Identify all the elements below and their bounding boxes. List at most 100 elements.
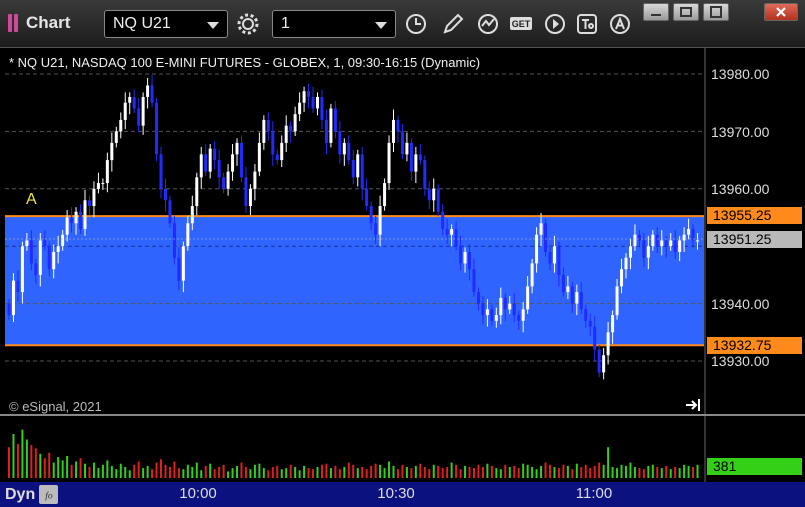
volume-bar — [8, 447, 10, 478]
band-region — [5, 216, 704, 346]
chart-style-button[interactable] — [473, 10, 503, 38]
candle-body — [369, 206, 373, 224]
candle-body — [669, 240, 673, 247]
interval-combobox[interactable]: 1 — [272, 10, 396, 38]
candle-body — [494, 315, 498, 321]
text-tool-button[interactable] — [572, 10, 602, 38]
volume-bar — [195, 462, 198, 478]
volume-bar — [589, 468, 592, 478]
volume-bar — [244, 467, 247, 478]
volume-bar — [160, 459, 163, 478]
scroll-to-end-icon — [686, 399, 700, 411]
volume-bar — [423, 467, 426, 478]
volume-bar — [84, 463, 87, 478]
candle-body — [539, 223, 543, 235]
volume-bar — [115, 469, 118, 478]
volume-bar — [39, 453, 42, 478]
svg-text:GET: GET — [512, 19, 531, 29]
maximize-button[interactable] — [703, 3, 729, 21]
volume-bar — [379, 464, 382, 478]
volume-bar — [97, 468, 100, 478]
volume-bar — [75, 461, 78, 478]
volume-bar — [651, 464, 654, 478]
close-button[interactable] — [764, 3, 798, 21]
volume-bar — [687, 465, 690, 478]
symbol-combobox[interactable]: NQ U21 — [104, 10, 228, 38]
play-button[interactable] — [540, 10, 570, 38]
candle-body — [342, 142, 346, 155]
candle-body — [172, 223, 176, 258]
volume-bar — [347, 462, 350, 478]
volume-bar — [298, 470, 301, 478]
candle-body — [74, 211, 78, 224]
candle-body — [588, 320, 592, 327]
minimize-button[interactable] — [643, 3, 669, 21]
volume-bar — [231, 468, 234, 478]
volume-bar — [392, 465, 395, 478]
scroll-to-end-button[interactable] — [684, 397, 704, 413]
candle-body — [222, 177, 226, 189]
candle-body — [271, 131, 275, 155]
volume-bar — [21, 429, 24, 478]
candle-body — [186, 223, 190, 247]
volume-bar — [128, 470, 131, 478]
volume-bar — [370, 465, 373, 478]
volume-bar — [249, 469, 252, 478]
volume-bar — [25, 439, 28, 478]
volume-bar — [240, 462, 243, 478]
close-icon — [776, 7, 786, 17]
volume-bar — [209, 463, 212, 478]
settings-gear-button[interactable] — [233, 10, 263, 38]
volume-bar — [137, 461, 140, 478]
volume-bar — [334, 465, 337, 478]
volume-bar — [396, 469, 399, 478]
volume-bar — [57, 457, 60, 478]
volume-bar — [580, 467, 583, 478]
restore-button[interactable] — [673, 3, 699, 21]
volume-bar — [419, 463, 422, 478]
lower-band-label: 13932.75 — [707, 337, 802, 354]
get-icon: GET — [510, 17, 532, 30]
drawing-label[interactable]: A — [26, 191, 37, 209]
volume-bar — [678, 468, 681, 478]
volume-bar — [455, 464, 458, 478]
volume-bar — [191, 467, 194, 478]
candle-body — [65, 217, 69, 235]
candle-body — [137, 108, 141, 126]
candle-body — [633, 234, 637, 247]
volume-bar — [544, 462, 547, 478]
candle-body — [146, 85, 150, 97]
candle-body — [517, 315, 521, 321]
candle-body — [557, 246, 561, 275]
candle-body — [87, 200, 91, 207]
candle-body — [642, 240, 646, 258]
candle-body — [226, 171, 230, 189]
alert-button[interactable] — [605, 10, 635, 38]
volume-label: 381 — [707, 458, 802, 475]
price-chart[interactable] — [0, 48, 805, 507]
dynamic-mode-button[interactable]: Dyn fo — [0, 482, 68, 507]
clock-button[interactable] — [401, 10, 431, 38]
volume-bar — [267, 470, 270, 478]
volume-bar — [133, 464, 136, 478]
candle-body — [163, 188, 167, 201]
volume-bar — [669, 469, 672, 478]
candle-body — [231, 154, 235, 172]
alert-icon — [610, 14, 630, 34]
volume-bar — [52, 462, 55, 478]
get-button[interactable]: GET — [506, 10, 536, 38]
volume-bar — [227, 471, 230, 478]
volume-bar — [540, 465, 543, 478]
candle-body — [47, 246, 51, 270]
volume-bar — [446, 467, 449, 478]
candle-body — [293, 114, 297, 132]
candle-body — [244, 177, 248, 207]
volume-bar — [110, 465, 113, 478]
pencil-button[interactable] — [438, 10, 468, 38]
text-tool-icon — [577, 14, 597, 34]
chart-area[interactable]: * NQ U21, NASDAQ 100 E-MINI FUTURES - GL… — [0, 48, 805, 507]
candle-body — [400, 131, 404, 155]
candle-body — [298, 102, 302, 115]
copyright: © eSignal, 2021 — [9, 399, 102, 414]
volume-bar — [629, 462, 632, 478]
